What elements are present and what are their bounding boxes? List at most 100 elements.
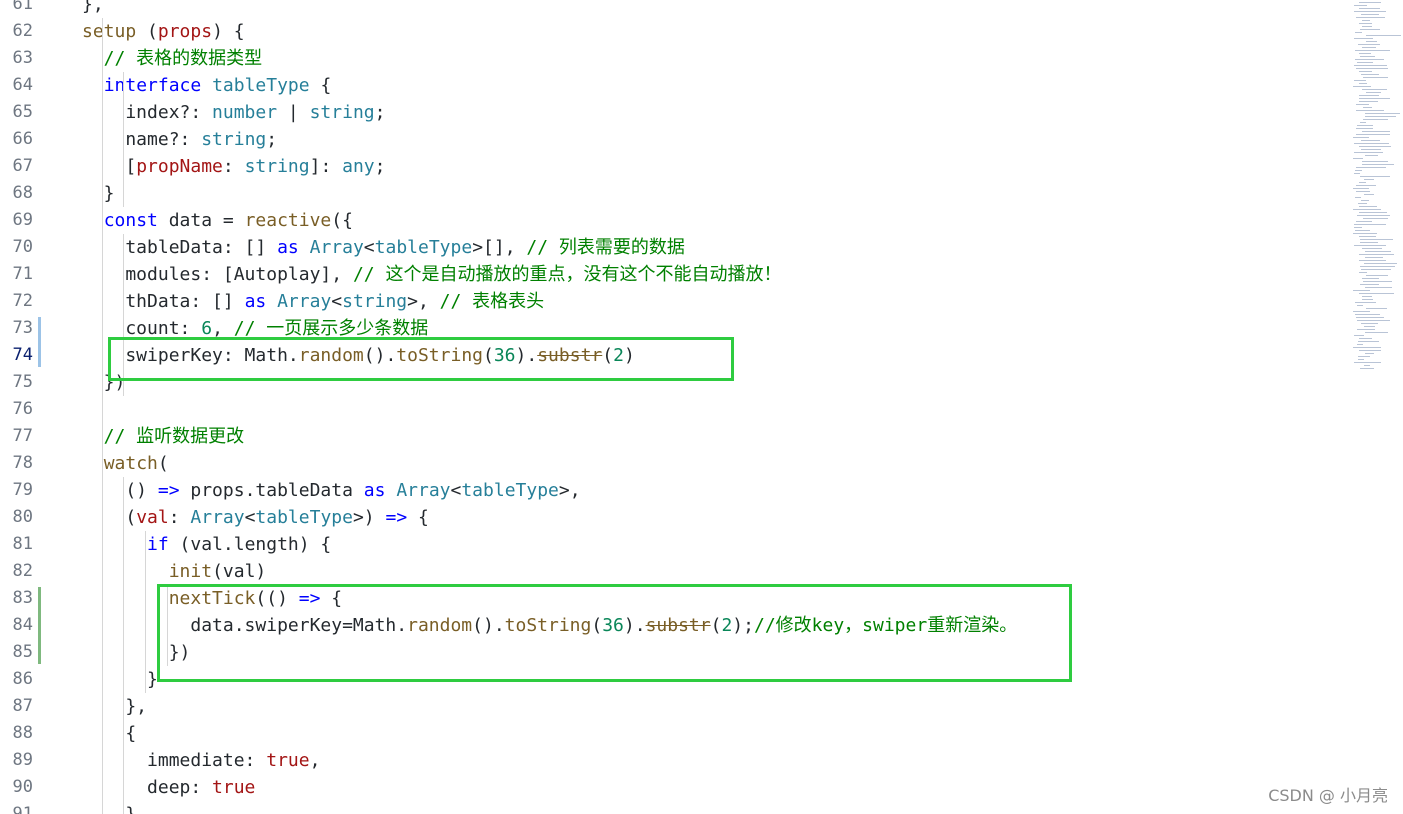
minimap-line bbox=[1356, 134, 1390, 135]
minimap-line bbox=[1359, 2, 1381, 3]
minimap-line bbox=[1362, 278, 1379, 279]
minimap-line bbox=[1356, 128, 1373, 129]
minimap-line bbox=[1360, 368, 1374, 369]
minimap-line bbox=[1363, 218, 1388, 219]
code-token: string bbox=[201, 129, 267, 150]
code-line[interactable]: deep: true bbox=[82, 774, 255, 801]
code-line[interactable]: () => props.tableData as Array<tableType… bbox=[82, 477, 581, 504]
code-line[interactable]: watch( bbox=[82, 450, 169, 477]
code-token: < bbox=[244, 507, 256, 528]
code-token: , bbox=[309, 750, 321, 771]
code-line[interactable]: // 表格的数据类型 bbox=[82, 45, 263, 72]
code-token: [ bbox=[82, 156, 137, 177]
code-token: true bbox=[212, 777, 256, 798]
code-line[interactable]: thData: [] as Array<string>, // 表格表头 bbox=[82, 288, 544, 315]
code-line[interactable]: immediate: true, bbox=[82, 747, 320, 774]
minimap-line bbox=[1361, 269, 1391, 270]
code-token: >, bbox=[558, 480, 581, 501]
code-line[interactable]: }, bbox=[82, 0, 104, 18]
code-token: thData: [] bbox=[82, 291, 245, 312]
minimap-line bbox=[1355, 59, 1384, 60]
minimap-line bbox=[1366, 92, 1381, 93]
code-line[interactable]: modules: [Autoplay], // 这个是自动播放的重点，没有这个不… bbox=[82, 261, 781, 288]
minimap-line bbox=[1361, 149, 1381, 150]
code-line[interactable]: setup (props) { bbox=[82, 18, 245, 45]
minimap-line bbox=[1359, 98, 1390, 99]
code-line[interactable]: }, bbox=[82, 693, 147, 720]
code-token: string bbox=[244, 156, 310, 177]
line-number: 67 bbox=[12, 156, 33, 176]
code-token: const bbox=[103, 210, 158, 231]
code-line[interactable]: } bbox=[82, 180, 115, 207]
minimap-line bbox=[1359, 212, 1387, 213]
minimap-line bbox=[1365, 332, 1388, 333]
minimap-line bbox=[1358, 356, 1370, 357]
line-number: 65 bbox=[12, 102, 33, 122]
minimap-line bbox=[1354, 38, 1373, 39]
code-line[interactable]: const data = reactive({ bbox=[82, 207, 353, 234]
code-token: { bbox=[82, 723, 137, 744]
code-token: { bbox=[407, 507, 429, 528]
minimap-line bbox=[1358, 44, 1380, 45]
code-token: < bbox=[450, 480, 462, 501]
code-token: ; bbox=[374, 102, 386, 123]
code-line[interactable]: tableData: [] as Array<tableType>[], // … bbox=[82, 234, 685, 261]
minimap-line bbox=[1359, 350, 1381, 351]
minimap-line bbox=[1365, 287, 1392, 288]
minimap-line bbox=[1354, 173, 1360, 174]
minimap-line bbox=[1365, 113, 1400, 114]
code-token: string bbox=[309, 102, 375, 123]
code-line[interactable]: init(val) bbox=[82, 558, 267, 585]
code-line[interactable]: (val: Array<tableType>) => { bbox=[82, 504, 429, 531]
code-editor[interactable]: 61 62 63 64 65 66 67 68 69 70 71 72 73 74 75 76 77 78 79 80… bbox=[0, 0, 1403, 814]
minimap-line bbox=[1362, 161, 1388, 162]
code-token: (val) bbox=[212, 561, 267, 582]
code-token: ({ bbox=[331, 210, 353, 231]
minimap-line bbox=[1365, 353, 1374, 354]
git-change-marker bbox=[38, 317, 41, 367]
minimap-line bbox=[1362, 89, 1387, 90]
code-token: { bbox=[309, 75, 332, 96]
code-line[interactable]: { bbox=[82, 720, 136, 747]
indent-guide bbox=[101, 18, 103, 814]
code-token: interface bbox=[103, 75, 202, 96]
minimap-line bbox=[1360, 239, 1393, 240]
minimap-line bbox=[1354, 5, 1367, 6]
code-line[interactable]: // 监听数据更改 bbox=[82, 423, 245, 450]
line-number: 85 bbox=[12, 642, 33, 662]
code-line[interactable]: name?: string; bbox=[82, 126, 277, 153]
minimap-line bbox=[1356, 167, 1386, 168]
code-token: reactive bbox=[244, 210, 332, 231]
minimap[interactable] bbox=[1345, 0, 1403, 380]
line-number: 91 bbox=[12, 804, 33, 814]
line-number: 68 bbox=[12, 183, 33, 203]
line-number: 83 bbox=[12, 588, 33, 608]
code-token: data = bbox=[157, 210, 245, 231]
code-token: | bbox=[277, 102, 310, 123]
code-token: number bbox=[212, 102, 278, 123]
minimap-line bbox=[1355, 302, 1376, 303]
minimap-line bbox=[1356, 17, 1385, 18]
minimap-line bbox=[1363, 77, 1388, 78]
code-line[interactable]: } bbox=[82, 801, 136, 814]
minimap-line bbox=[1360, 29, 1380, 30]
code-area[interactable]: }, setup (props) { // 表格的数据类型 interface t… bbox=[82, 0, 1343, 814]
code-token: : bbox=[168, 507, 191, 528]
code-line[interactable]: [propName: string]: any; bbox=[82, 153, 385, 180]
line-number: 87 bbox=[12, 696, 33, 716]
code-line[interactable]: index?: number | string; bbox=[82, 99, 385, 126]
code-line[interactable]: } bbox=[82, 666, 158, 693]
code-token: // 表格的数据类型 bbox=[82, 48, 263, 69]
minimap-line bbox=[1360, 122, 1366, 123]
code-line[interactable]: if (val.length) { bbox=[82, 531, 331, 558]
line-number: 88 bbox=[12, 723, 33, 743]
code-line[interactable]: interface tableType { bbox=[82, 72, 332, 99]
line-number: 69 bbox=[12, 210, 33, 230]
minimap-line bbox=[1354, 143, 1389, 144]
minimap-line bbox=[1363, 107, 1372, 108]
line-number: 80 bbox=[12, 507, 33, 527]
code-token: if bbox=[147, 534, 169, 555]
minimap-line bbox=[1357, 125, 1373, 126]
minimap-line bbox=[1358, 341, 1379, 342]
